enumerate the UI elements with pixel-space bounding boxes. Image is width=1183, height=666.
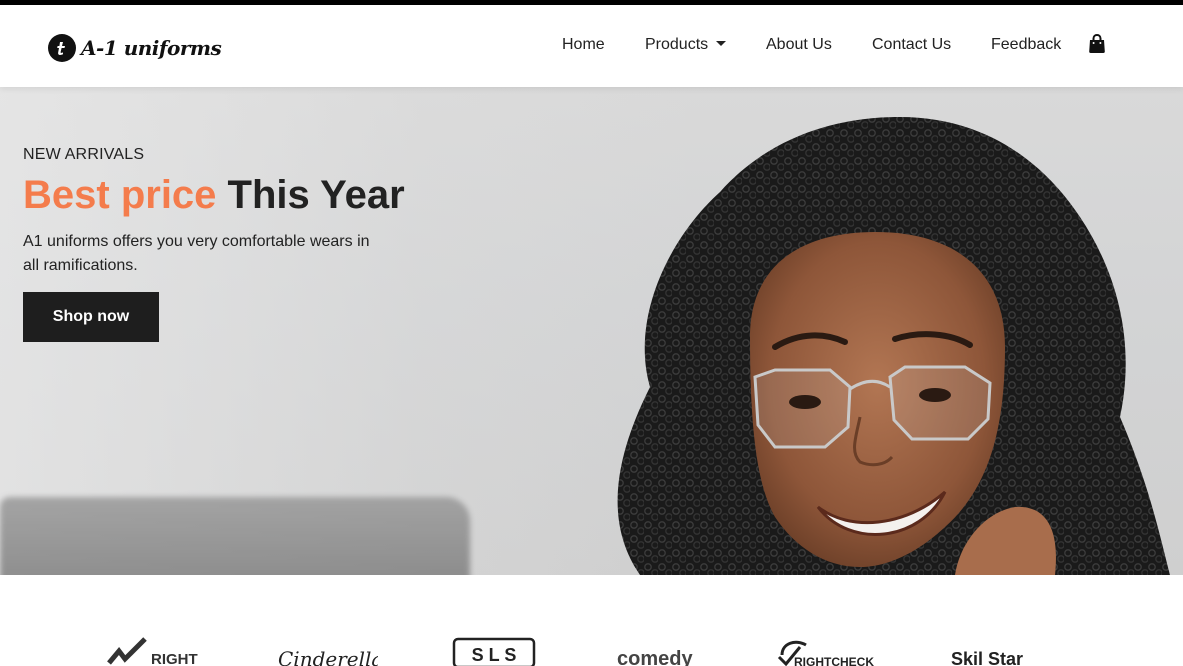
partner-logo-cinderella-text: Cinderella [278, 647, 378, 666]
partner-logo-comedy-text: comedy [617, 648, 693, 666]
partner-logo-skilstar[interactable]: Skil Star [951, 637, 1061, 666]
chevron-down-icon [716, 41, 727, 46]
partner-logo-sls-text: S L S [472, 645, 517, 665]
partner-logo-rightcheck[interactable]: RIGHTCHECK [776, 637, 891, 666]
navbar: A-1 uniforms Home Products About Us Cont… [0, 5, 1183, 87]
hero-laptop-image [0, 497, 470, 575]
hero-headline-rest: This Year [227, 173, 405, 217]
nav-contact[interactable]: Contact Us [872, 36, 951, 54]
nav-feedback[interactable]: Feedback [991, 36, 1061, 54]
shopping-bag-icon[interactable] [1088, 33, 1106, 59]
main-nav: Home Products About Us Contact Us Feedba… [0, 5, 1183, 87]
hero-model-image [617, 117, 1170, 575]
partner-logo-comedy[interactable]: comedy [617, 637, 717, 666]
partner-logo-skilstar-text: Skil Star [951, 649, 1023, 666]
nav-about[interactable]: About Us [766, 36, 832, 54]
hero-banner: NEW ARRIVALS Best price This Year A1 uni… [0, 87, 1183, 575]
nav-home[interactable]: Home [562, 36, 605, 54]
partner-logo-sls[interactable]: S L S [452, 637, 536, 666]
partner-logos-strip: RIGHT Cinderella S L S comedy RIGHTCHECK… [0, 575, 1183, 666]
hero-subtext: A1 uniforms offers you very comfortable … [23, 233, 370, 274]
hero-headline: Best price This Year [23, 173, 405, 218]
partner-logo-cinderella[interactable]: Cinderella [278, 637, 378, 666]
partner-logo-rightcheck-text: RIGHTCHECK [794, 655, 874, 666]
partner-logo-right[interactable]: RIGHT [105, 637, 205, 666]
hero-eyebrow: NEW ARRIVALS [23, 146, 145, 163]
nav-products-dropdown[interactable]: Products [645, 36, 727, 54]
hero-headline-accent: Best price [23, 173, 217, 217]
nav-products-label: Products [645, 36, 709, 53]
shop-now-button[interactable]: Shop now [23, 292, 159, 342]
partner-logo-right-text: RIGHT [151, 651, 198, 666]
